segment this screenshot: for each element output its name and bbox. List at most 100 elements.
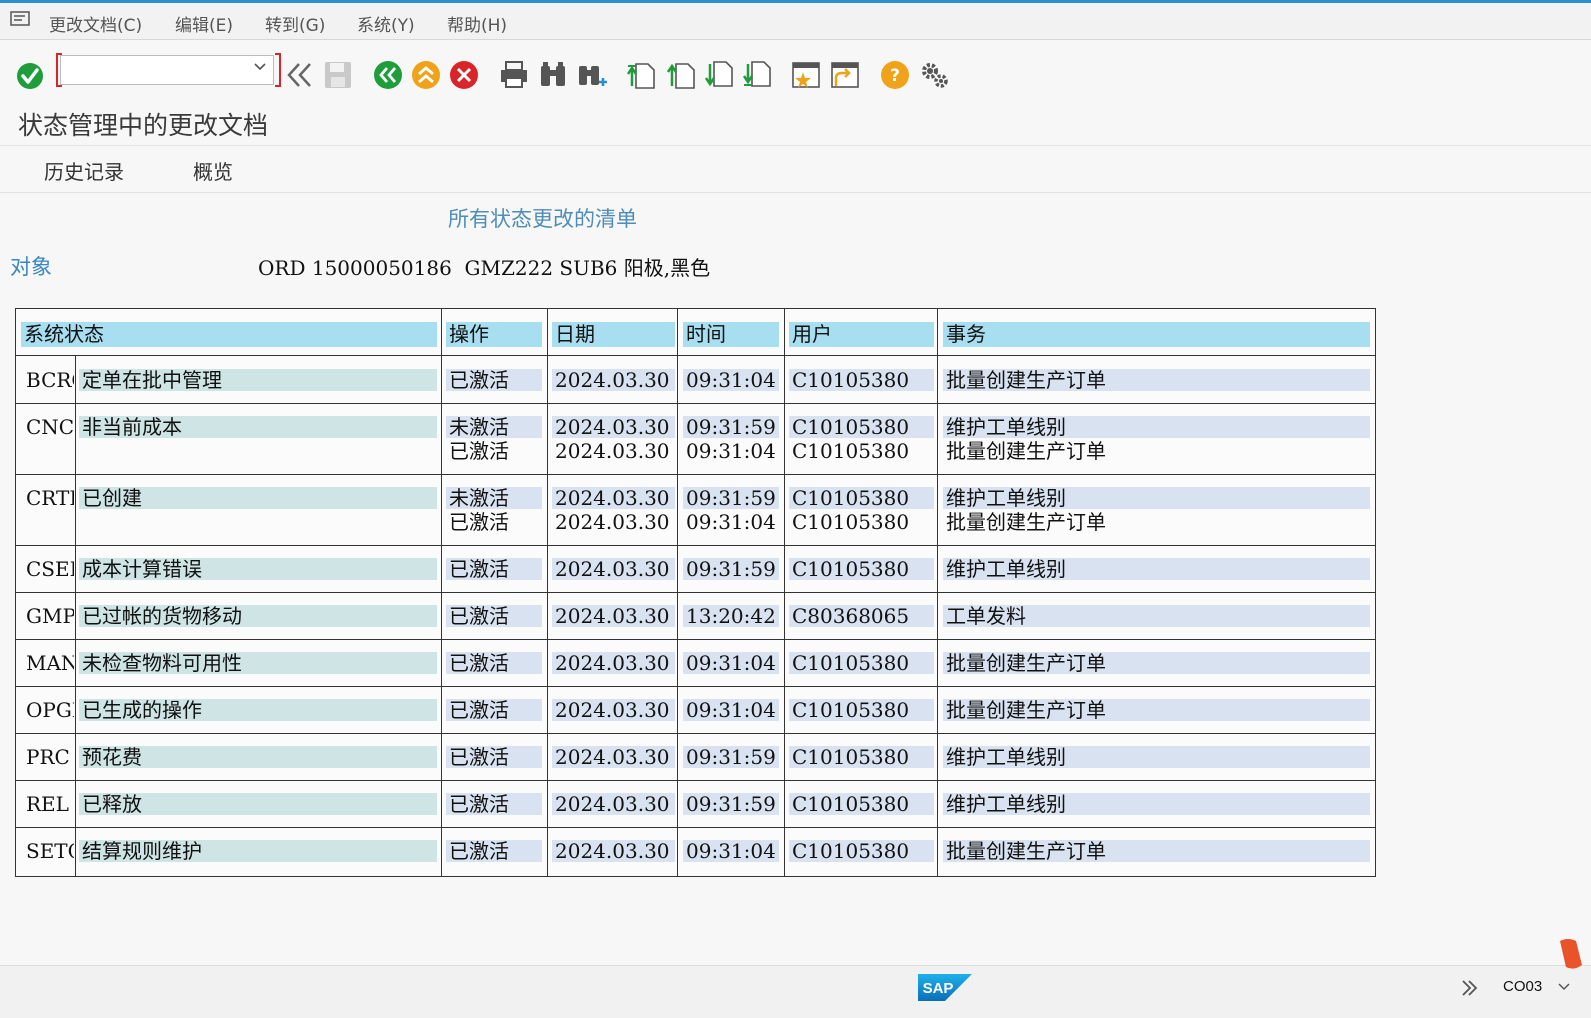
date-cell[interactable]: 2024.03.30 <box>552 511 675 533</box>
date-cell[interactable]: 2024.03.30 <box>552 605 675 627</box>
time-cell[interactable]: 09:31:59 <box>683 746 779 768</box>
date-cell[interactable]: 2024.03.30 <box>552 487 675 509</box>
transaction-cell[interactable]: 批量创建生产订单 <box>943 652 1370 674</box>
menu-help[interactable]: 帮助(H) <box>447 11 507 36</box>
command-field[interactable] <box>60 55 274 85</box>
user-cell[interactable]: C10105380 <box>789 440 934 462</box>
print-icon[interactable] <box>499 60 529 90</box>
tab-overview[interactable]: 概览 <box>193 156 233 185</box>
status-code-cell[interactable]: GMPS <box>21 605 74 627</box>
create-session-icon[interactable] <box>791 60 821 90</box>
transaction-cell[interactable]: 批量创建生产订单 <box>943 840 1370 862</box>
status-code-cell[interactable]: CRTD <box>21 487 74 509</box>
action-cell[interactable]: 已激活 <box>446 840 542 862</box>
date-cell[interactable]: 2024.03.30 <box>552 369 675 391</box>
transaction-cell[interactable]: 批量创建生产订单 <box>943 699 1370 721</box>
transaction-cell[interactable]: 批量创建生产订单 <box>943 511 1370 533</box>
user-cell[interactable]: C10105380 <box>789 487 934 509</box>
find-next-icon[interactable] <box>577 60 607 90</box>
cancel-icon[interactable] <box>449 60 479 90</box>
transaction-cell[interactable]: 维护工单线别 <box>943 558 1370 580</box>
transaction-cell[interactable]: 工单发料 <box>943 605 1370 627</box>
action-cell[interactable]: 未激活 <box>446 416 542 438</box>
user-cell[interactable]: C80368065 <box>789 605 934 627</box>
time-cell[interactable]: 09:31:59 <box>683 416 779 438</box>
status-description-cell[interactable]: 已过帐的货物移动 <box>79 605 437 627</box>
transaction-cell[interactable]: 维护工单线别 <box>943 487 1370 509</box>
date-cell[interactable]: 2024.03.30 <box>552 699 675 721</box>
user-cell[interactable]: C10105380 <box>789 746 934 768</box>
help-icon[interactable]: ? <box>880 60 910 90</box>
menu-goto[interactable]: 转到(G) <box>265 11 325 36</box>
user-cell[interactable]: C10105380 <box>789 369 934 391</box>
date-cell[interactable]: 2024.03.30 <box>552 746 675 768</box>
next-page-icon[interactable] <box>704 60 734 90</box>
time-cell[interactable]: 13:20:42 <box>683 605 779 627</box>
status-expand-icon[interactable] <box>1460 978 1480 998</box>
back-double-icon[interactable] <box>285 60 315 90</box>
last-page-icon[interactable] <box>742 60 772 90</box>
status-description-cell[interactable]: 成本计算错误 <box>79 558 437 580</box>
status-description-cell[interactable]: 已释放 <box>79 793 437 815</box>
status-description-cell[interactable]: 已生成的操作 <box>79 699 437 721</box>
date-cell[interactable]: 2024.03.30 <box>552 840 675 862</box>
transaction-cell[interactable]: 维护工单线别 <box>943 793 1370 815</box>
exit-icon[interactable] <box>411 60 441 90</box>
transaction-cell[interactable]: 维护工单线别 <box>943 746 1370 768</box>
action-cell[interactable]: 已激活 <box>446 605 542 627</box>
user-cell[interactable]: C10105380 <box>789 793 934 815</box>
user-cell[interactable]: C10105380 <box>789 416 934 438</box>
command-input[interactable] <box>65 59 249 83</box>
status-code-cell[interactable]: BCRQ <box>21 369 74 391</box>
action-cell[interactable]: 已激活 <box>446 440 542 462</box>
action-cell[interactable]: 已激活 <box>446 746 542 768</box>
time-cell[interactable]: 09:31:04 <box>683 840 779 862</box>
date-cell[interactable]: 2024.03.30 <box>552 440 675 462</box>
action-cell[interactable]: 已激活 <box>446 369 542 391</box>
enter-icon[interactable] <box>15 61 45 91</box>
shortcut-icon[interactable] <box>830 60 860 90</box>
date-cell[interactable]: 2024.03.30 <box>552 652 675 674</box>
status-description-cell[interactable]: 非当前成本 <box>79 416 437 438</box>
status-description-cell[interactable]: 预花费 <box>79 746 437 768</box>
back-icon[interactable] <box>373 60 403 90</box>
transaction-cell[interactable]: 批量创建生产订单 <box>943 440 1370 462</box>
user-cell[interactable]: C10105380 <box>789 699 934 721</box>
time-cell[interactable]: 09:31:04 <box>683 440 779 462</box>
find-icon[interactable] <box>538 60 568 90</box>
command-dropdown-icon[interactable] <box>253 60 267 74</box>
app-menu-icon[interactable] <box>10 11 32 27</box>
action-cell[interactable]: 已激活 <box>446 699 542 721</box>
save-icon[interactable] <box>323 60 353 90</box>
transaction-cell[interactable]: 维护工单线别 <box>943 416 1370 438</box>
date-cell[interactable]: 2024.03.30 <box>552 416 675 438</box>
action-cell[interactable]: 已激活 <box>446 511 542 533</box>
status-code-cell[interactable]: PRC <box>21 746 74 768</box>
user-cell[interactable]: C10105380 <box>789 840 934 862</box>
status-description-cell[interactable]: 定单在批中管理 <box>79 369 437 391</box>
status-description-cell[interactable]: 结算规则维护 <box>79 840 437 862</box>
tab-history[interactable]: 历史记录 <box>44 156 124 185</box>
time-cell[interactable]: 09:31:59 <box>683 558 779 580</box>
time-cell[interactable]: 09:31:04 <box>683 511 779 533</box>
transaction-cell[interactable]: 批量创建生产订单 <box>943 369 1370 391</box>
status-code-cell[interactable]: REL <box>21 793 74 815</box>
date-cell[interactable]: 2024.03.30 <box>552 793 675 815</box>
action-cell[interactable]: 已激活 <box>446 652 542 674</box>
user-cell[interactable]: C10105380 <box>789 511 934 533</box>
action-cell[interactable]: 已激活 <box>446 793 542 815</box>
status-code-cell[interactable]: CSER <box>21 558 74 580</box>
user-cell[interactable]: C10105380 <box>789 652 934 674</box>
system-info-dropdown-icon[interactable] <box>1558 980 1570 992</box>
previous-page-icon[interactable] <box>666 60 696 90</box>
time-cell[interactable]: 09:31:59 <box>683 487 779 509</box>
first-page-icon[interactable] <box>626 60 656 90</box>
status-code-cell[interactable]: SETC <box>21 840 74 862</box>
status-code-cell[interactable]: MANC <box>21 652 74 674</box>
menu-change-document[interactable]: 更改文档(C) <box>49 11 142 36</box>
menu-system[interactable]: 系统(Y) <box>357 11 415 36</box>
time-cell[interactable]: 09:31:59 <box>683 793 779 815</box>
menu-edit[interactable]: 编辑(E) <box>175 11 233 36</box>
time-cell[interactable]: 09:31:04 <box>683 652 779 674</box>
time-cell[interactable]: 09:31:04 <box>683 699 779 721</box>
